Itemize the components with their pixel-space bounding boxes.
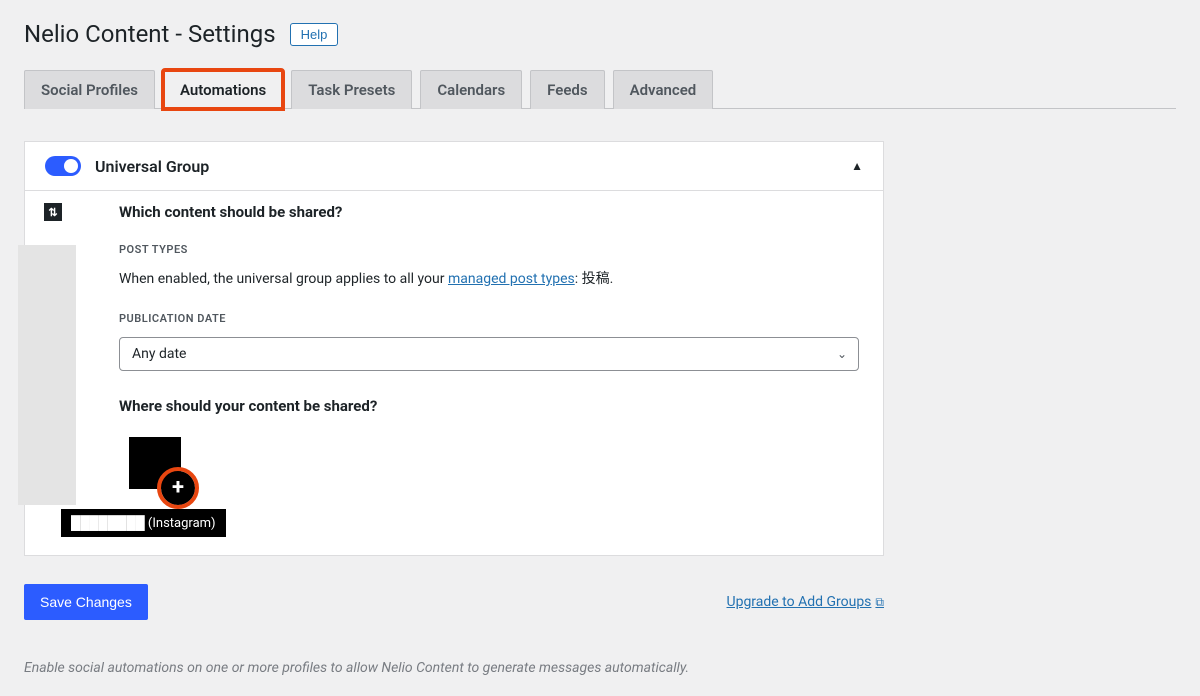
where-share-heading: Where should your content be shared?	[119, 397, 859, 415]
managed-post-types-link[interactable]: managed post types	[448, 271, 575, 287]
add-profile-button[interactable]: +	[161, 471, 195, 505]
publication-date-select[interactable]: Any date	[119, 337, 859, 371]
social-profile-avatar[interactable]: +	[129, 437, 181, 489]
tab-calendars[interactable]: Calendars	[420, 70, 522, 109]
tab-automations[interactable]: Automations	[163, 70, 283, 109]
sidebar-placeholder	[18, 245, 76, 505]
save-changes-button[interactable]: Save Changes	[24, 584, 148, 620]
redacted-name: ████████	[71, 516, 145, 531]
tab-task-presets[interactable]: Task Presets	[291, 70, 412, 109]
post-types-prefix: When enabled, the universal group applie…	[119, 271, 448, 287]
tooltip-platform: (Instagram)	[148, 516, 216, 531]
publication-date-label: PUBLICATION DATE	[119, 312, 859, 325]
post-types-suffix: : 投稿.	[575, 271, 614, 287]
panel-title: Universal Group	[95, 157, 837, 176]
post-types-label: POST TYPES	[119, 243, 859, 256]
page-title: Nelio Content - Settings	[24, 20, 276, 48]
tabs-nav: Social Profiles Automations Task Presets…	[24, 70, 1176, 109]
tab-feeds[interactable]: Feeds	[530, 70, 604, 109]
universal-group-panel: Universal Group ▲ ⇅ Which content should…	[24, 141, 884, 556]
footer-note: Enable social automations on one or more…	[24, 660, 1176, 676]
post-types-description: When enabled, the universal group applie…	[119, 268, 859, 288]
collapse-caret-icon[interactable]: ▲	[851, 159, 863, 173]
plus-icon: +	[172, 477, 184, 499]
sort-icon[interactable]: ⇅	[44, 203, 62, 221]
external-link-icon: ⧉	[875, 595, 884, 610]
help-button[interactable]: Help	[290, 23, 339, 46]
upgrade-link[interactable]: Upgrade to Add Groups ⧉	[727, 594, 885, 610]
tab-social-profiles[interactable]: Social Profiles	[24, 70, 155, 109]
upgrade-link-text: Upgrade to Add Groups	[727, 594, 872, 610]
group-enable-toggle[interactable]	[45, 156, 81, 176]
panel-header[interactable]: Universal Group ▲	[25, 142, 883, 191]
content-share-heading: Which content should be shared?	[119, 203, 859, 221]
profile-tooltip: ████████ (Instagram)	[61, 509, 226, 537]
tab-advanced[interactable]: Advanced	[613, 70, 714, 109]
